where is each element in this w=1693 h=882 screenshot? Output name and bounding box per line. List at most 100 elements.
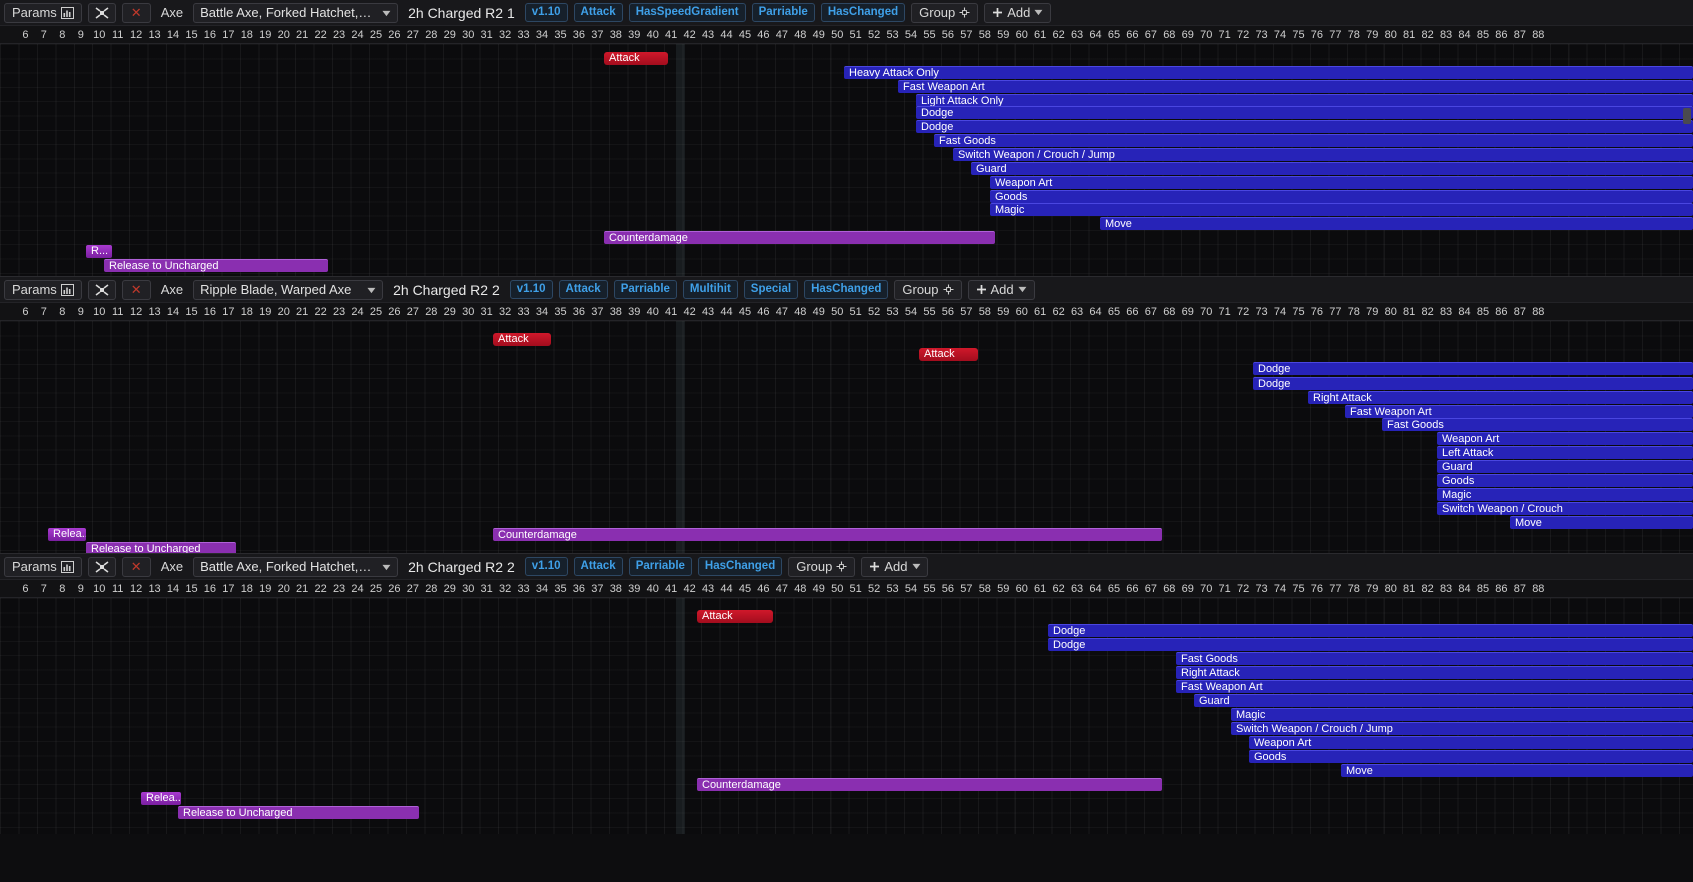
timeline-bar[interactable]: Release to Uncharged [178,806,419,819]
timeline-bar[interactable]: Relea... [141,792,181,805]
close-button[interactable]: ✕ [121,279,151,300]
timeline-bar[interactable]: Magic [1231,708,1693,721]
timeline-bar[interactable]: Fast Weapon Art [898,80,1693,93]
timeline-bar[interactable]: Counterdamage [697,778,1162,791]
timeline-bar[interactable]: Heavy Attack Only [844,66,1693,79]
add-button[interactable]: Add ▼ [984,2,1052,23]
weapon-select[interactable]: Ripple Blade, Warped Axe ▼ [193,279,384,300]
timeline-bar[interactable]: Magic [990,203,1693,216]
weapon-select[interactable]: Battle Axe, Forked Hatchet, Han... ▼ [193,556,399,577]
weapon-select[interactable]: Battle Axe, Forked Hatchet, Han... ▼ [193,2,399,23]
timeline-bar[interactable]: Switch Weapon / Crouch / Jump [953,148,1693,161]
ruler-tick: 14 [166,29,180,41]
plus-icon [992,7,1003,18]
tag-v1.10[interactable]: v1.10 [509,280,553,299]
collapse-button[interactable] [87,556,116,577]
timeline-bar[interactable]: R... [86,245,112,258]
tag-haschanged[interactable]: HasChanged [697,557,783,576]
params-button[interactable]: Params [4,2,82,23]
timeline-bar[interactable]: Relea... [48,528,86,541]
ruler-tick: 33 [517,583,530,595]
timeline-bar[interactable]: Goods [990,190,1693,203]
tag-v1.10[interactable]: v1.10 [524,557,568,576]
timeline-bar[interactable]: Switch Weapon / Crouch / Jump [1231,722,1693,735]
tag-parriable[interactable]: Parriable [751,3,815,22]
timeline-bar[interactable]: Attack [604,52,668,65]
timeline-bar[interactable]: Right Attack [1308,391,1693,404]
timeline-ruler[interactable]: 6 7 8 9 10 11 12 13 14 15 16 17 18 19 20 21 22 23 24 25 26 27… [0,303,1693,321]
tag-attack[interactable]: Attack [573,557,623,576]
tag-haschanged[interactable]: HasChanged [820,3,906,22]
timeline-bar[interactable]: Goods [1437,474,1693,487]
timeline-bar[interactable]: Counterdamage [604,231,995,244]
timeline-bar[interactable]: Move [1341,764,1693,777]
timeline-bar[interactable]: Move [1100,217,1693,230]
params-button[interactable]: Params [4,556,82,577]
timeline-bar[interactable]: Right Attack [1176,666,1693,679]
timeline-bar[interactable]: Fast Goods [1176,652,1693,665]
panel-3-timeline[interactable]: Attack Dodge Dodge Fast Goods Right Attack Fa… [0,598,1693,834]
tag-hasspeedgradient[interactable]: HasSpeedGradient [628,3,746,22]
timeline-bar[interactable]: Goods [1249,750,1693,763]
ruler-tick: 31 [480,29,493,41]
panel-2-timeline[interactable]: Attack Attack Dodge Dodge Right Attack Fast W… [0,321,1693,553]
tag-attack[interactable]: Attack [573,3,623,22]
timeline-bar[interactable]: Dodge [1048,624,1693,637]
ruler-tick: 50 [831,29,844,41]
timeline-bar[interactable]: Fast Goods [934,134,1693,147]
timeline-bar[interactable]: Left Attack [1437,446,1693,459]
timeline-bar[interactable]: Release to Uncharged [104,259,328,272]
playhead[interactable] [676,598,685,834]
ruler-tick: 56 [941,583,955,595]
add-button[interactable]: Add ▼ [967,279,1035,300]
playhead[interactable] [676,321,685,553]
tag-haschanged[interactable]: HasChanged [804,280,889,299]
ruler-tick: 16 [203,583,217,595]
collapse-button[interactable] [87,2,116,23]
group-button[interactable]: Group [788,556,856,577]
ruler-tick: 7 [40,29,47,41]
timeline-bar[interactable]: Dodge [1253,377,1693,390]
timeline-bar[interactable]: Weapon Art [1437,432,1693,445]
timeline-bar[interactable]: Attack [697,610,773,623]
timeline-bar[interactable]: Dodge [1048,638,1693,651]
panel-1-timeline[interactable]: Attack Heavy Attack Only Fast Weapon Art Li… [0,44,1693,276]
params-button[interactable]: Params [4,279,82,300]
tag-attack[interactable]: Attack [558,280,608,299]
timeline-bar[interactable]: Fast Weapon Art [1345,405,1693,418]
vertical-scroll-thumb[interactable] [1683,108,1691,124]
timeline-bar[interactable]: Dodge [1253,362,1693,375]
tag-parriable[interactable]: Parriable [613,280,677,299]
ruler-tick: 34 [535,306,549,318]
group-button[interactable]: Group [911,2,979,23]
timeline-bar[interactable]: Dodge [916,106,1693,119]
timeline-bar[interactable]: Fast Goods [1382,418,1693,431]
tag-special[interactable]: Special [743,280,799,299]
tag-v1.10[interactable]: v1.10 [524,3,568,22]
timeline-bar[interactable]: Release to Uncharged [86,542,236,553]
ruler-tick: 6 [22,583,29,595]
add-button[interactable]: Add ▼ [861,556,929,577]
close-button[interactable]: ✕ [121,2,151,23]
timeline-ruler[interactable]: 6 7 8 9 10 11 12 13 14 15 16 17 18 19 20 21 22 23 24 25 26 27… [0,580,1693,598]
timeline-bar[interactable]: Attack [493,333,551,346]
timeline-ruler[interactable]: 6 7 8 9 10 11 12 13 14 15 16 17 18 19 20 21 22 23 24 25 26 27… [0,26,1693,44]
tag-parriable[interactable]: Parriable [628,557,692,576]
timeline-bar[interactable]: Counterdamage [493,528,1162,541]
timeline-bar[interactable]: Guard [971,162,1693,175]
timeline-bar[interactable]: Weapon Art [990,176,1693,189]
timeline-bar[interactable]: Guard [1437,460,1693,473]
timeline-bar[interactable]: Fast Weapon Art [1176,680,1693,693]
timeline-bar[interactable]: Move [1510,516,1693,529]
timeline-bar[interactable]: Attack [919,348,978,361]
close-button[interactable]: ✕ [121,556,151,577]
group-button[interactable]: Group [894,279,962,300]
chevron-down-icon: ▼ [379,561,394,572]
timeline-bar[interactable]: Guard [1194,694,1693,707]
tag-multihit[interactable]: Multihit [682,280,738,299]
collapse-button[interactable] [87,279,116,300]
timeline-bar[interactable]: Magic [1437,488,1693,501]
timeline-bar[interactable]: Dodge [916,120,1693,133]
timeline-bar[interactable]: Weapon Art [1249,736,1693,749]
timeline-bar[interactable]: Switch Weapon / Crouch [1437,502,1693,515]
